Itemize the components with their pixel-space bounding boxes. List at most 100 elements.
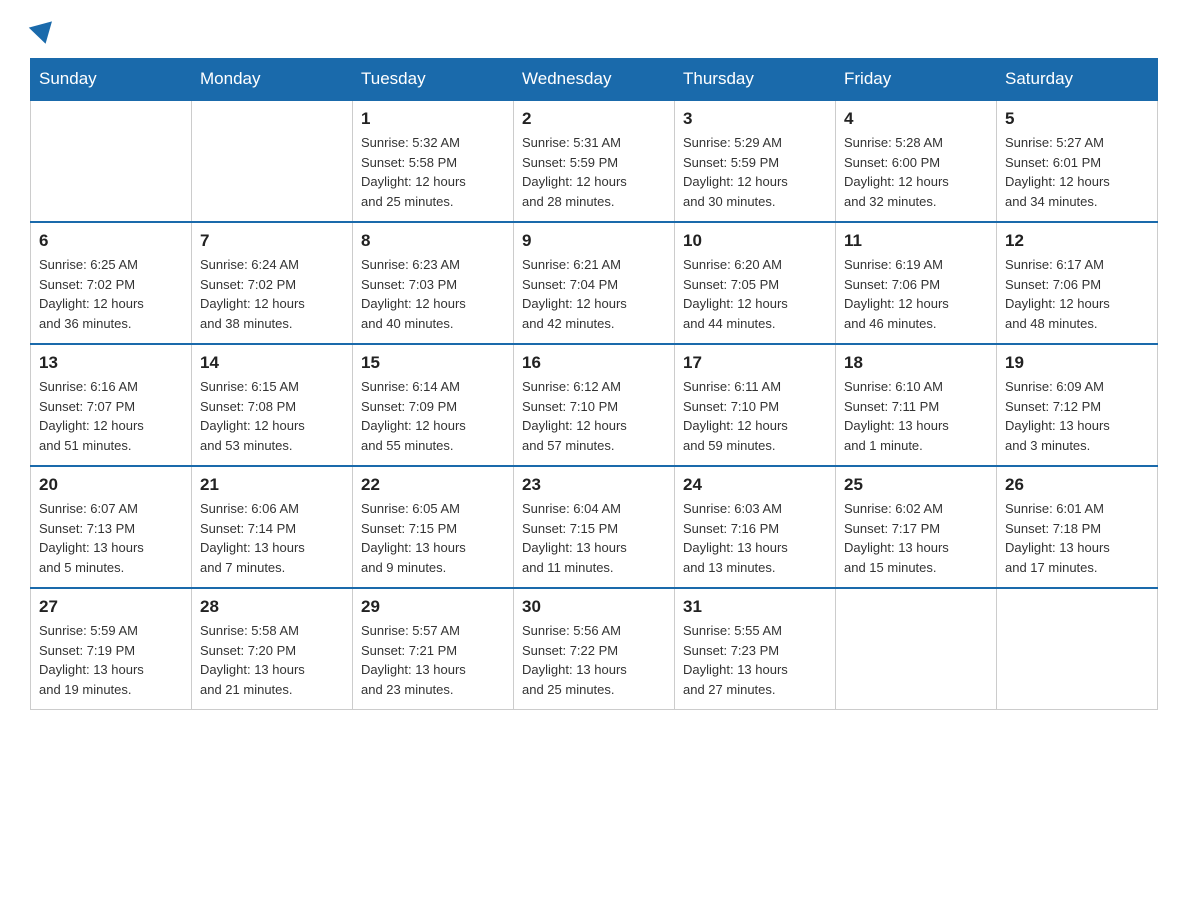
calendar-header: SundayMondayTuesdayWednesdayThursdayFrid…	[31, 59, 1158, 101]
day-info: Sunrise: 6:11 AM Sunset: 7:10 PM Dayligh…	[683, 377, 827, 455]
day-info: Sunrise: 6:02 AM Sunset: 7:17 PM Dayligh…	[844, 499, 988, 577]
day-info: Sunrise: 6:24 AM Sunset: 7:02 PM Dayligh…	[200, 255, 344, 333]
day-info: Sunrise: 6:09 AM Sunset: 7:12 PM Dayligh…	[1005, 377, 1149, 455]
day-info: Sunrise: 6:15 AM Sunset: 7:08 PM Dayligh…	[200, 377, 344, 455]
day-number: 19	[1005, 353, 1149, 373]
calendar-cell	[997, 588, 1158, 710]
weekday-header-sunday: Sunday	[31, 59, 192, 101]
day-info: Sunrise: 6:10 AM Sunset: 7:11 PM Dayligh…	[844, 377, 988, 455]
calendar-cell: 31 Sunrise: 5:55 AM Sunset: 7:23 PM Dayli…	[675, 588, 836, 710]
calendar-cell: 21Sunrise: 6:06 AM Sunset: 7:14 PM Dayli…	[192, 466, 353, 588]
weekday-header-thursday: Thursday	[675, 59, 836, 101]
calendar-cell: 13 Sunrise: 6:16 AM Sunset: 7:07 PM Dayli…	[31, 344, 192, 466]
weekday-header-wednesday: Wednesday	[514, 59, 675, 101]
logo-blue-text	[30, 28, 56, 48]
calendar-cell: 2 Sunrise: 5:31 AM Sunset: 5:59 PM Daylig…	[514, 100, 675, 222]
day-number: 22	[361, 475, 505, 495]
calendar-cell: 22 Sunrise: 6:05 AM Sunset: 7:15 PM Dayli…	[353, 466, 514, 588]
day-info: Sunrise: 5:57 AM Sunset: 7:21 PM Dayligh…	[361, 621, 505, 699]
calendar-cell: 30Sunrise: 5:56 AM Sunset: 7:22 PM Dayli…	[514, 588, 675, 710]
day-number: 8	[361, 231, 505, 251]
calendar-cell: 28 Sunrise: 5:58 AM Sunset: 7:20 PM Dayli…	[192, 588, 353, 710]
day-number: 10	[683, 231, 827, 251]
header	[30, 20, 1158, 48]
calendar-table: SundayMondayTuesdayWednesdayThursdayFrid…	[30, 58, 1158, 710]
day-number: 11	[844, 231, 988, 251]
calendar-cell: 3 Sunrise: 5:29 AM Sunset: 5:59 PM Daylig…	[675, 100, 836, 222]
day-number: 26	[1005, 475, 1149, 495]
day-info: Sunrise: 6:20 AM Sunset: 7:05 PM Dayligh…	[683, 255, 827, 333]
day-info: Sunrise: 6:23 AM Sunset: 7:03 PM Dayligh…	[361, 255, 505, 333]
calendar-cell: 24 Sunrise: 6:03 AM Sunset: 7:16 PM Dayli…	[675, 466, 836, 588]
weekday-header-tuesday: Tuesday	[353, 59, 514, 101]
logo-triangle-icon	[29, 21, 57, 47]
day-info: Sunrise: 6:04 AM Sunset: 7:15 PM Dayligh…	[522, 499, 666, 577]
calendar-body: 1Sunrise: 5:32 AM Sunset: 5:58 PM Daylig…	[31, 100, 1158, 710]
calendar-cell: 12 Sunrise: 6:17 AM Sunset: 7:06 PM Dayli…	[997, 222, 1158, 344]
calendar-cell: 9 Sunrise: 6:21 AM Sunset: 7:04 PM Daylig…	[514, 222, 675, 344]
day-number: 4	[844, 109, 988, 129]
day-number: 9	[522, 231, 666, 251]
weekday-header-row: SundayMondayTuesdayWednesdayThursdayFrid…	[31, 59, 1158, 101]
calendar-cell: 8 Sunrise: 6:23 AM Sunset: 7:03 PM Daylig…	[353, 222, 514, 344]
calendar-cell: 10 Sunrise: 6:20 AM Sunset: 7:05 PM Dayli…	[675, 222, 836, 344]
day-info: Sunrise: 5:29 AM Sunset: 5:59 PM Dayligh…	[683, 133, 827, 211]
day-info: Sunrise: 5:27 AM Sunset: 6:01 PM Dayligh…	[1005, 133, 1149, 211]
calendar-cell: 17Sunrise: 6:11 AM Sunset: 7:10 PM Dayli…	[675, 344, 836, 466]
day-number: 2	[522, 109, 666, 129]
day-info: Sunrise: 6:19 AM Sunset: 7:06 PM Dayligh…	[844, 255, 988, 333]
week-row-2: 6 Sunrise: 6:25 AM Sunset: 7:02 PM Daylig…	[31, 222, 1158, 344]
day-number: 3	[683, 109, 827, 129]
day-info: Sunrise: 6:14 AM Sunset: 7:09 PM Dayligh…	[361, 377, 505, 455]
calendar-cell: 25 Sunrise: 6:02 AM Sunset: 7:17 PM Dayli…	[836, 466, 997, 588]
day-number: 23	[522, 475, 666, 495]
calendar-cell: 18 Sunrise: 6:10 AM Sunset: 7:11 PM Dayli…	[836, 344, 997, 466]
day-info: Sunrise: 6:12 AM Sunset: 7:10 PM Dayligh…	[522, 377, 666, 455]
day-info: Sunrise: 6:06 AM Sunset: 7:14 PM Dayligh…	[200, 499, 344, 577]
week-row-1: 1Sunrise: 5:32 AM Sunset: 5:58 PM Daylig…	[31, 100, 1158, 222]
day-info: Sunrise: 6:03 AM Sunset: 7:16 PM Dayligh…	[683, 499, 827, 577]
day-info: Sunrise: 5:28 AM Sunset: 6:00 PM Dayligh…	[844, 133, 988, 211]
weekday-header-monday: Monday	[192, 59, 353, 101]
day-number: 1	[361, 109, 505, 129]
day-number: 24	[683, 475, 827, 495]
calendar-cell: 11 Sunrise: 6:19 AM Sunset: 7:06 PM Dayli…	[836, 222, 997, 344]
day-number: 16	[522, 353, 666, 373]
day-number: 29	[361, 597, 505, 617]
day-number: 12	[1005, 231, 1149, 251]
day-number: 28	[200, 597, 344, 617]
day-info: Sunrise: 5:55 AM Sunset: 7:23 PM Dayligh…	[683, 621, 827, 699]
day-number: 25	[844, 475, 988, 495]
day-number: 7	[200, 231, 344, 251]
day-info: Sunrise: 6:21 AM Sunset: 7:04 PM Dayligh…	[522, 255, 666, 333]
day-info: Sunrise: 6:01 AM Sunset: 7:18 PM Dayligh…	[1005, 499, 1149, 577]
day-info: Sunrise: 6:07 AM Sunset: 7:13 PM Dayligh…	[39, 499, 183, 577]
day-number: 6	[39, 231, 183, 251]
calendar-cell: 23 Sunrise: 6:04 AM Sunset: 7:15 PM Dayli…	[514, 466, 675, 588]
day-info: Sunrise: 6:05 AM Sunset: 7:15 PM Dayligh…	[361, 499, 505, 577]
calendar-cell: 20 Sunrise: 6:07 AM Sunset: 7:13 PM Dayli…	[31, 466, 192, 588]
day-info: Sunrise: 5:31 AM Sunset: 5:59 PM Dayligh…	[522, 133, 666, 211]
day-number: 27	[39, 597, 183, 617]
calendar-cell: 5 Sunrise: 5:27 AM Sunset: 6:01 PM Daylig…	[997, 100, 1158, 222]
calendar-cell	[31, 100, 192, 222]
day-number: 20	[39, 475, 183, 495]
day-info: Sunrise: 6:25 AM Sunset: 7:02 PM Dayligh…	[39, 255, 183, 333]
day-number: 14	[200, 353, 344, 373]
weekday-header-saturday: Saturday	[997, 59, 1158, 101]
day-info: Sunrise: 6:17 AM Sunset: 7:06 PM Dayligh…	[1005, 255, 1149, 333]
day-number: 30	[522, 597, 666, 617]
calendar-cell: 16 Sunrise: 6:12 AM Sunset: 7:10 PM Dayli…	[514, 344, 675, 466]
day-info: Sunrise: 6:16 AM Sunset: 7:07 PM Dayligh…	[39, 377, 183, 455]
day-info: Sunrise: 5:59 AM Sunset: 7:19 PM Dayligh…	[39, 621, 183, 699]
day-number: 5	[1005, 109, 1149, 129]
calendar-cell	[836, 588, 997, 710]
day-number: 18	[844, 353, 988, 373]
day-info: Sunrise: 5:58 AM Sunset: 7:20 PM Dayligh…	[200, 621, 344, 699]
calendar-cell: 15 Sunrise: 6:14 AM Sunset: 7:09 PM Dayli…	[353, 344, 514, 466]
day-number: 31	[683, 597, 827, 617]
calendar-cell: 19 Sunrise: 6:09 AM Sunset: 7:12 PM Dayli…	[997, 344, 1158, 466]
day-number: 15	[361, 353, 505, 373]
calendar-cell: 29 Sunrise: 5:57 AM Sunset: 7:21 PM Dayli…	[353, 588, 514, 710]
day-number: 13	[39, 353, 183, 373]
